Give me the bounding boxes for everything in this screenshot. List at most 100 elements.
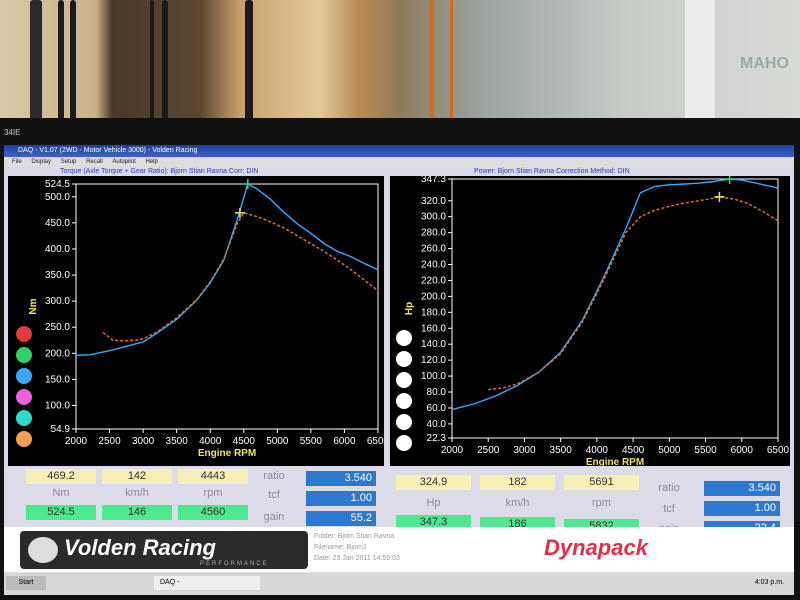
x-tick-label: 2500 [477, 445, 500, 456]
gain-label-left: gain [263, 511, 285, 523]
menu-recall[interactable]: Recall [86, 159, 103, 165]
monitor-label: 34IE [4, 128, 21, 137]
kmh-label-left: km/h [125, 487, 149, 499]
brand-sub: PERFORMANCE [200, 561, 269, 567]
cable [58, 0, 64, 125]
y-tick-label: 320.0 [421, 196, 446, 207]
y-axis-label: Nm [28, 298, 39, 314]
kmh-max-left: 146 [102, 505, 172, 520]
channel-toggle [396, 414, 412, 430]
channel-toggle [16, 368, 32, 384]
taskbar-item-daq[interactable]: DAQ - [154, 576, 260, 590]
y-tick-label: 300.0 [421, 212, 446, 223]
y-tick-label: 40.0 [427, 419, 447, 430]
menu-autopilot[interactable]: Autopilot [112, 159, 135, 165]
y-tick-label: 180.0 [421, 307, 446, 318]
channel-toggle [396, 372, 412, 388]
y-tick-label: 260.0 [421, 244, 446, 255]
y-tick-label: 250.0 [45, 322, 70, 333]
cable [162, 0, 168, 125]
cable [70, 0, 76, 125]
y-tick-label: 524.5 [45, 179, 70, 190]
power-current: 324.9 [396, 475, 471, 490]
kmh-label-right: km/h [505, 497, 530, 509]
torque-chart: 524.5 500.0 450.0 400.0 350.0 300.0 250.0 200.0… [16, 179, 390, 459]
tcf-label-right: tcf [663, 503, 675, 515]
start-button[interactable]: Start [6, 576, 46, 590]
y-tick-label: 200.0 [45, 348, 70, 359]
menu-display[interactable]: Display [31, 159, 51, 165]
plot-area [451, 178, 779, 439]
x-axis-label: Engine RPM [586, 457, 644, 466]
kmh-current-right: 182 [480, 475, 555, 490]
x-tick-label: 3500 [166, 436, 189, 447]
x-tick-label: 2000 [441, 445, 464, 456]
y-tick-label: 400.0 [45, 244, 70, 255]
tcf-label-left: tcf [268, 489, 280, 501]
rpm-current-right: 5691 [564, 475, 639, 490]
x-tick-label: 6000 [333, 436, 356, 447]
y-tick-label: 280.0 [421, 228, 446, 239]
y-tick-label: 500.0 [45, 192, 70, 203]
channel-toggle [396, 330, 412, 346]
menu-bar: File Display Setup Recall Autopilot Help [4, 157, 794, 167]
clock: 4:03 p.m. [754, 579, 784, 586]
x-tick-label: 2500 [98, 436, 121, 447]
torque-chart-panel: 524.5 500.0 450.0 400.0 350.0 300.0 250.0 200.0… [8, 176, 390, 466]
run-folder: Folder: Bjorn Stian Ravna [314, 533, 395, 540]
channel-toggle [16, 389, 32, 405]
hp-label: Hp [426, 497, 441, 509]
window-titlebar: DAQ - V1.07 (2WD - Motor Vehicle 3000) -… [4, 145, 794, 157]
y-tick-label: 140.0 [421, 339, 446, 350]
cable [450, 0, 453, 125]
ratio-label-left: ratio [263, 470, 285, 482]
channel-toggle [16, 410, 32, 426]
x-tick-label: 5000 [658, 445, 681, 456]
channel-toggle [396, 351, 412, 367]
gain-left[interactable]: 55.2 [306, 511, 376, 526]
plot-area [75, 183, 379, 430]
torque-subtitle: Torque (Axle Torque + Gear Ratio): Bjorn… [60, 168, 259, 175]
x-tick-label: 4000 [199, 436, 222, 447]
y-tick-label: 150.0 [45, 374, 70, 385]
y-tick-label: 450.0 [45, 218, 70, 229]
y-tick-label: 100.0 [45, 400, 70, 411]
power-chart: 347.3 320.0 300.0 280.0 260.0 240.0 220.0 200.0… [396, 174, 790, 468]
x-tick-label: 6500 [767, 445, 790, 456]
background-column [685, 0, 715, 120]
x-tick-label: 6000 [731, 445, 754, 456]
rpm-label-left: rpm [203, 487, 223, 499]
x-tick-label: 3000 [132, 436, 155, 447]
y-tick-label: 240.0 [421, 260, 446, 271]
tcf-right[interactable]: 1.00 [704, 501, 780, 516]
channel-toggle [16, 347, 32, 363]
y-tick-label: 54.9 [51, 424, 71, 435]
footer-banner: Volden Racing PERFORMANCE Folder: Bjorn … [4, 527, 794, 572]
channel-toggle [396, 393, 412, 409]
ratio-right[interactable]: 3.540 [704, 481, 780, 496]
x-tick-label: 5500 [694, 445, 717, 456]
x-tick-label: 2000 [65, 436, 88, 447]
cable [245, 0, 253, 125]
run-filename: Filename: Bjorn1 [314, 544, 367, 551]
menu-help[interactable]: Help [145, 159, 157, 165]
rpm-label-right: rpm [592, 497, 611, 509]
tcf-left[interactable]: 1.00 [306, 491, 376, 506]
menu-file[interactable]: File [12, 159, 22, 165]
y-axis-label: Hp [404, 302, 415, 315]
y-tick-label: 350.0 [45, 270, 70, 281]
run-date: Date: 25 Jan 2011 14:59:03 [314, 555, 400, 562]
x-tick-label: 4500 [622, 445, 645, 456]
rpm-max-left: 4560 [178, 505, 248, 520]
ratio-left[interactable]: 3.540 [306, 471, 376, 486]
x-axis-label: Engine RPM [198, 448, 256, 459]
menu-setup[interactable]: Setup [61, 159, 77, 165]
brand-name: Volden Racing [64, 535, 216, 560]
wheel-icon [28, 537, 58, 563]
y-tick-label: 160.0 [421, 323, 446, 334]
kmh-current-left: 142 [102, 469, 172, 484]
y-tick-label: 100.0 [421, 371, 446, 382]
power-chart-panel: 347.3 320.0 300.0 280.0 260.0 240.0 220.0 200.0… [390, 174, 790, 468]
cable [150, 0, 154, 125]
run-info: Folder: Bjorn Stian Ravna Filename: Bjor… [314, 531, 400, 564]
